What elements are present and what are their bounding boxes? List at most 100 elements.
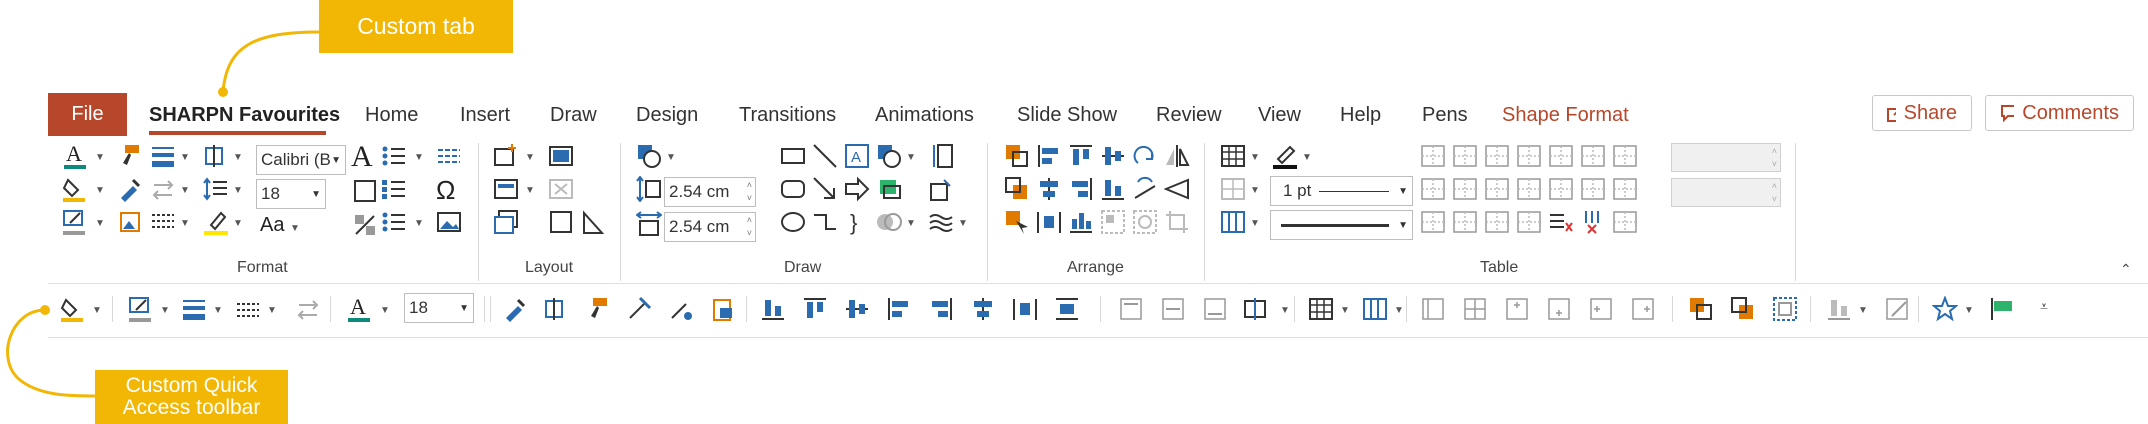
select-pane-icon[interactable] — [1004, 209, 1030, 235]
line-spacing-icon[interactable] — [203, 176, 229, 202]
block-arrow-icon[interactable] — [844, 176, 870, 202]
shape-style-icon[interactable] — [876, 143, 902, 169]
shape-outline-wave-icon[interactable] — [928, 209, 954, 235]
crop-icon[interactable] — [1164, 209, 1190, 235]
table-cell-grid-icon[interactable] — [1612, 209, 1638, 235]
cell-height-input[interactable]: ˄ ˅ — [1671, 143, 1781, 172]
brace-icon[interactable]: } — [844, 209, 870, 235]
tab-home[interactable]: Home — [365, 104, 418, 127]
tab-transitions[interactable]: Transitions — [739, 104, 836, 127]
pen-color-icon[interactable] — [1272, 143, 1298, 169]
font-name-field[interactable]: Calibri (B ▼ — [256, 145, 346, 175]
qat-table-insert-below-icon[interactable] — [1546, 296, 1572, 322]
tab-design[interactable]: Design — [636, 104, 698, 127]
table-inside-borders-icon[interactable] — [1452, 143, 1478, 169]
qat-apply-color-icon[interactable] — [668, 296, 694, 322]
qat-align-distribute-icon[interactable] — [1826, 296, 1852, 322]
tab-view[interactable]: View — [1258, 104, 1301, 127]
arrows-style-dropdown-icon[interactable]: ▼ — [180, 185, 190, 196]
highlight-icon[interactable] — [203, 209, 229, 235]
list-level-icon[interactable] — [381, 209, 407, 235]
qat-pick-color-icon[interactable] — [626, 296, 652, 322]
tab-file[interactable]: File — [48, 93, 127, 136]
qat-font-size-field[interactable]: 18 ▼ — [404, 293, 474, 323]
flip-horizontal-icon[interactable] — [1163, 176, 1190, 202]
pen-style-select[interactable]: ▼ — [1270, 210, 1413, 240]
qat-text-box-resize-icon[interactable] — [1242, 296, 1268, 322]
qat-favourite-dropdown-icon[interactable]: ▼ — [1964, 305, 1974, 316]
qat-flag-icon[interactable] — [1988, 296, 2014, 322]
qat-table-insert-left-icon[interactable] — [1588, 296, 1614, 322]
distribute-horizontal-icon[interactable] — [1036, 209, 1062, 235]
triangle-ruler-icon[interactable] — [580, 209, 606, 235]
table-right-border-icon[interactable] — [1452, 176, 1478, 202]
qat-eyedropper-icon[interactable] — [502, 296, 528, 322]
text-box-icon[interactable]: A — [844, 143, 870, 169]
table-columns-dropdown-icon[interactable]: ▼ — [1250, 218, 1260, 229]
tab-draw[interactable]: Draw — [550, 104, 597, 127]
rectangle-icon[interactable] — [780, 143, 806, 169]
cell-width-input[interactable]: ˄ ˅ — [1671, 178, 1781, 207]
ungroup-objects-icon[interactable] — [1132, 209, 1158, 235]
table-bottom-border-icon[interactable] — [1420, 209, 1446, 235]
qat-line-color-icon[interactable] — [128, 296, 154, 322]
distribute-vertical-icon[interactable] — [1068, 209, 1094, 235]
dash-style-dropdown-icon[interactable]: ▼ — [180, 218, 190, 229]
merge-shapes-dropdown-icon[interactable]: ▼ — [906, 218, 916, 229]
font-color-dropdown-icon[interactable]: ▼ — [95, 152, 105, 163]
highlight-dropdown-icon[interactable]: ▼ — [233, 218, 243, 229]
qat-align-center-icon[interactable] — [970, 296, 996, 322]
qat-text-box-resize-dropdown-icon[interactable]: ▼ — [1280, 305, 1290, 316]
table-borders-icon[interactable] — [1220, 176, 1246, 202]
qat-align-top-icon[interactable] — [802, 296, 828, 322]
collapse-ribbon-icon[interactable]: ⌃ — [2120, 261, 2132, 278]
pen-color-dropdown-icon[interactable]: ▼ — [1302, 152, 1312, 163]
pen-weight-select[interactable]: 1 pt ▼ — [1270, 176, 1413, 206]
grow-font-button[interactable]: A — [351, 140, 373, 174]
table-insert-left-icon[interactable] — [1548, 176, 1574, 202]
tab-review[interactable]: Review — [1156, 104, 1222, 127]
tab-insert[interactable]: Insert — [460, 104, 510, 127]
slide-layout-icon[interactable] — [493, 176, 519, 202]
insert-shapes-dropdown-icon[interactable]: ▼ — [666, 152, 676, 163]
align-center-icon[interactable] — [1036, 176, 1062, 202]
dash-style-icon[interactable] — [150, 209, 176, 235]
bullets-dropdown-icon[interactable]: ▼ — [414, 152, 424, 163]
align-middle-icon[interactable] — [1100, 143, 1126, 169]
line-spacing-dropdown-icon[interactable]: ▼ — [233, 185, 243, 196]
table-middle-border-icon[interactable] — [1516, 176, 1542, 202]
qat-arrows-icon[interactable] — [295, 296, 321, 322]
align-top-icon[interactable] — [1068, 143, 1094, 169]
flip-icon[interactable] — [1164, 143, 1190, 169]
list-level-dropdown-icon[interactable]: ▼ — [414, 218, 424, 229]
elbow-connector-icon[interactable] — [812, 209, 838, 235]
customize-qat-icon[interactable]: ⩡ — [2040, 298, 2048, 315]
delete-slide-icon[interactable] — [548, 176, 574, 202]
qat-table-grid-icon[interactable] — [1462, 296, 1488, 322]
insert-table-icon[interactable] — [1220, 143, 1246, 169]
qat-favourite-icon[interactable] — [1931, 295, 1959, 322]
shape-height-input[interactable]: 2.54 cm ˄ ˅ — [664, 177, 756, 207]
text-direction-icon[interactable] — [928, 143, 954, 169]
symbol-icon[interactable]: Ω — [436, 175, 455, 206]
numbering-icon[interactable] — [381, 176, 407, 202]
send-backward-icon[interactable] — [1004, 176, 1030, 202]
picture-fill-icon[interactable] — [117, 209, 143, 235]
hide-slide-icon[interactable] — [548, 209, 574, 235]
table-center-borders-icon[interactable] — [1484, 143, 1510, 169]
qat-text-align-middle-icon[interactable] — [1160, 296, 1186, 322]
qat-table-columns-dropdown-icon[interactable]: ▼ — [1394, 305, 1404, 316]
line-weight-icon[interactable] — [150, 143, 176, 169]
arrows-style-icon[interactable] — [150, 176, 176, 202]
qat-table-insert-right-icon[interactable] — [1630, 296, 1656, 322]
align-text-icon[interactable] — [436, 143, 462, 169]
change-case-button[interactable]: Aa ▼ — [260, 214, 300, 237]
bullets-icon[interactable] — [381, 143, 407, 169]
tab-animations[interactable]: Animations — [875, 104, 974, 127]
table-borders-dropdown-icon[interactable]: ▼ — [1250, 185, 1260, 196]
table-delete-rows-icon[interactable] — [1548, 209, 1574, 235]
tab-help[interactable]: Help — [1340, 104, 1381, 127]
table-align-bottom-icon[interactable] — [1516, 209, 1542, 235]
qat-text-align-bottom-icon[interactable] — [1202, 296, 1228, 322]
align-left-icon[interactable] — [1036, 143, 1062, 169]
